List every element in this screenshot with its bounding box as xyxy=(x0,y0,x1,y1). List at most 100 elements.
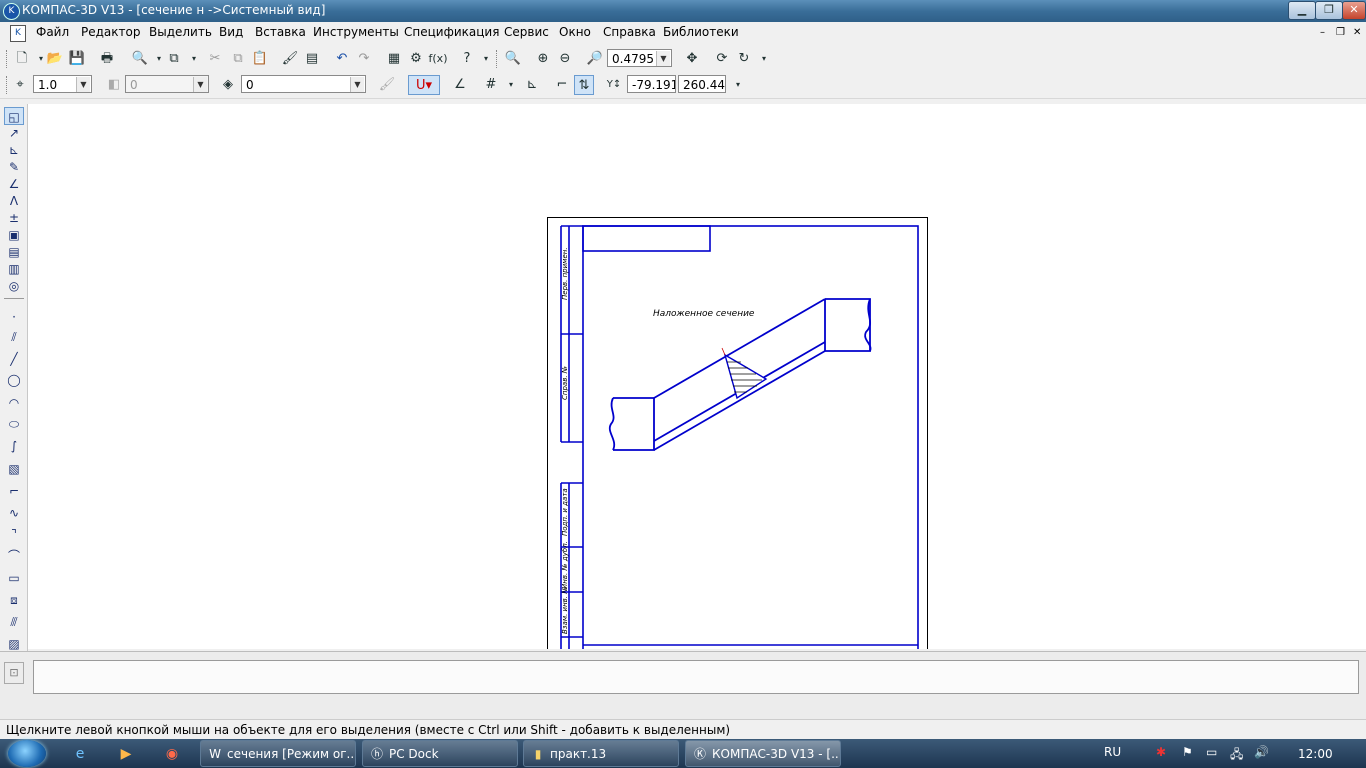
menu-specification[interactable]: Спецификация xyxy=(404,25,499,39)
menu-tools[interactable]: Инструменты xyxy=(313,25,399,39)
menu-file[interactable]: Файл xyxy=(36,25,69,39)
state-icon[interactable]: ◧ xyxy=(104,75,124,95)
local-cs-icon[interactable]: ⊾ xyxy=(522,75,542,95)
print-icon[interactable]: 🖶 xyxy=(97,49,117,69)
menu-help[interactable]: Справка xyxy=(603,25,656,39)
function-icon[interactable]: f(x) xyxy=(428,49,448,69)
chevron-down-icon[interactable]: ▼ xyxy=(656,51,670,66)
arc-icon[interactable]: ◠ xyxy=(4,394,24,412)
mdi-close-button[interactable]: ✕ xyxy=(1353,27,1361,38)
ellipse-icon[interactable]: ⬭ xyxy=(4,415,24,433)
network-icon[interactable]: 🖧 xyxy=(1230,745,1243,766)
fillet-icon[interactable]: ⌒ xyxy=(4,547,24,565)
drawing-canvas[interactable]: Перв. примен. Справ. № Подп. и дата Инв.… xyxy=(28,104,1366,649)
state-input[interactable]: 0 ▼ xyxy=(125,75,209,93)
layer-input[interactable]: 0 ▼ xyxy=(241,75,366,93)
start-button[interactable] xyxy=(8,740,46,767)
hatch-icon[interactable]: ▧ xyxy=(4,460,24,478)
paste-icon[interactable]: 📋 xyxy=(250,49,270,69)
copy-icon[interactable]: ⧉ xyxy=(228,49,248,69)
menu-window[interactable]: Окно xyxy=(559,25,591,39)
bezier-icon[interactable]: ∿ xyxy=(4,504,24,522)
chevron-down-icon[interactable]: ▾ xyxy=(728,75,748,95)
polyline-icon[interactable]: ⌐ xyxy=(4,482,24,500)
variables-icon[interactable]: ⚙ xyxy=(406,49,426,69)
associative-views-icon[interactable]: ▣ xyxy=(4,226,24,244)
parametrization-icon[interactable]: ∠ xyxy=(4,175,24,193)
panel-pin-icon[interactable]: ⊡ xyxy=(4,662,24,684)
command-line-input[interactable] xyxy=(33,660,1359,694)
spline-icon[interactable]: ∫ xyxy=(4,437,24,455)
insert-icon[interactable]: ◎ xyxy=(4,277,24,295)
menu-view[interactable]: Вид xyxy=(219,25,243,39)
chevron-down-icon[interactable]: ▾ xyxy=(754,49,774,69)
menu-service[interactable]: Сервис xyxy=(504,25,549,39)
clock[interactable]: 12:00 xyxy=(1298,747,1333,761)
usb-icon[interactable]: ▭ xyxy=(1206,745,1217,759)
maximize-button[interactable]: ❐ xyxy=(1315,1,1343,20)
reports-icon[interactable]: ▥ xyxy=(4,260,24,278)
pan-icon[interactable]: ✥ xyxy=(682,49,702,69)
toolbar-grip[interactable] xyxy=(496,50,500,68)
snap-step-icon[interactable]: ⌖ xyxy=(10,75,30,95)
rectangle-icon[interactable]: ▭ xyxy=(4,569,24,587)
chevron-down-icon[interactable]: ▼ xyxy=(193,77,207,92)
minimize-button[interactable]: ▁ xyxy=(1288,1,1316,20)
cut-icon[interactable]: ✂ xyxy=(205,49,225,69)
contour-icon[interactable]: ⧈ xyxy=(4,591,24,609)
geometry-icon[interactable]: ◱ xyxy=(4,107,24,125)
designations-icon[interactable]: ⊾ xyxy=(4,141,24,159)
equidistant-icon[interactable]: ⫻ xyxy=(4,613,24,631)
print-preview-icon[interactable]: 🔍 xyxy=(130,49,150,69)
help-pointer-icon[interactable]: ? xyxy=(457,49,477,69)
circle-icon[interactable]: ◯ xyxy=(4,371,24,389)
zoom-scale-icon[interactable]: 🔎 xyxy=(585,49,605,69)
chevron-down-icon[interactable]: ▼ xyxy=(76,77,90,92)
segment-icon[interactable]: ╱ xyxy=(4,350,24,368)
close-button[interactable]: ✕ xyxy=(1342,1,1366,20)
grid-icon[interactable]: # xyxy=(481,75,501,95)
coord-y-field[interactable]: 260.449 xyxy=(678,75,726,93)
layers-icon[interactable]: ◈ xyxy=(218,75,238,95)
format-brush-icon[interactable]: 🖌 xyxy=(280,49,300,69)
manager-icon[interactable]: ⧉ xyxy=(164,49,184,69)
edit-icon[interactable]: ✎ xyxy=(4,158,24,176)
chevron-down-icon[interactable]: ▾ xyxy=(501,75,521,95)
chamfer-icon[interactable]: ⌝ xyxy=(4,525,24,543)
internet-explorer-icon[interactable]: e xyxy=(70,744,90,764)
toolbar-grip[interactable] xyxy=(6,50,10,68)
zoom-in-icon[interactable]: ⊕ xyxy=(533,49,553,69)
zoom-out-icon[interactable]: ⊖ xyxy=(555,49,575,69)
open-folder-icon[interactable]: 📂 xyxy=(45,49,65,69)
chevron-down-icon[interactable]: ▼ xyxy=(350,77,364,92)
parametric-mode-icon[interactable]: ⇅ xyxy=(574,75,594,95)
kompas-logo-icon[interactable]: K xyxy=(3,3,20,20)
redo-icon[interactable]: ↷ xyxy=(354,49,374,69)
flag-icon[interactable]: ⚑ xyxy=(1182,745,1193,759)
app-icon[interactable]: ◉ xyxy=(162,744,182,764)
undo-icon[interactable]: ↶ xyxy=(332,49,352,69)
save-icon[interactable]: 💾 xyxy=(67,49,87,69)
menu-select[interactable]: Выделить xyxy=(149,25,212,39)
auxiliary-line-icon[interactable]: ⫽ xyxy=(4,328,24,346)
magnet-snap-icon[interactable]: U▾ xyxy=(408,75,440,95)
media-player-icon[interactable]: ▶ xyxy=(116,744,136,764)
task-kompas[interactable]: Ⓚ КОМПАС-3D V13 - [... xyxy=(685,740,841,767)
mdi-restore-button[interactable]: ❐ xyxy=(1336,27,1345,38)
menu-insert[interactable]: Вставка xyxy=(255,25,306,39)
spec-icon[interactable]: ▤ xyxy=(4,243,24,261)
chevron-down-icon[interactable]: ▾ xyxy=(476,49,496,69)
local-snap-icon[interactable]: ∠ xyxy=(450,75,470,95)
brush-icon[interactable]: 🖌 xyxy=(377,75,397,95)
rebuild-icon[interactable]: ↻ xyxy=(734,49,754,69)
new-document-icon[interactable]: 🗋 xyxy=(12,49,32,69)
task-pc-dock[interactable]: ⓗ PC Dock xyxy=(362,740,518,767)
document-icon[interactable]: K xyxy=(10,25,26,42)
tree-icon[interactable]: ▦ xyxy=(384,49,404,69)
zoom-scale-input[interactable]: 0.4795 ▼ xyxy=(607,49,672,67)
select-icon[interactable]: ± xyxy=(4,209,24,227)
zoom-window-icon[interactable]: 🔍 xyxy=(503,49,523,69)
properties-icon[interactable]: ▤ xyxy=(302,49,322,69)
refresh-view-icon[interactable]: ⟳ xyxy=(712,49,732,69)
menu-libraries[interactable]: Библиотеки xyxy=(663,25,739,39)
